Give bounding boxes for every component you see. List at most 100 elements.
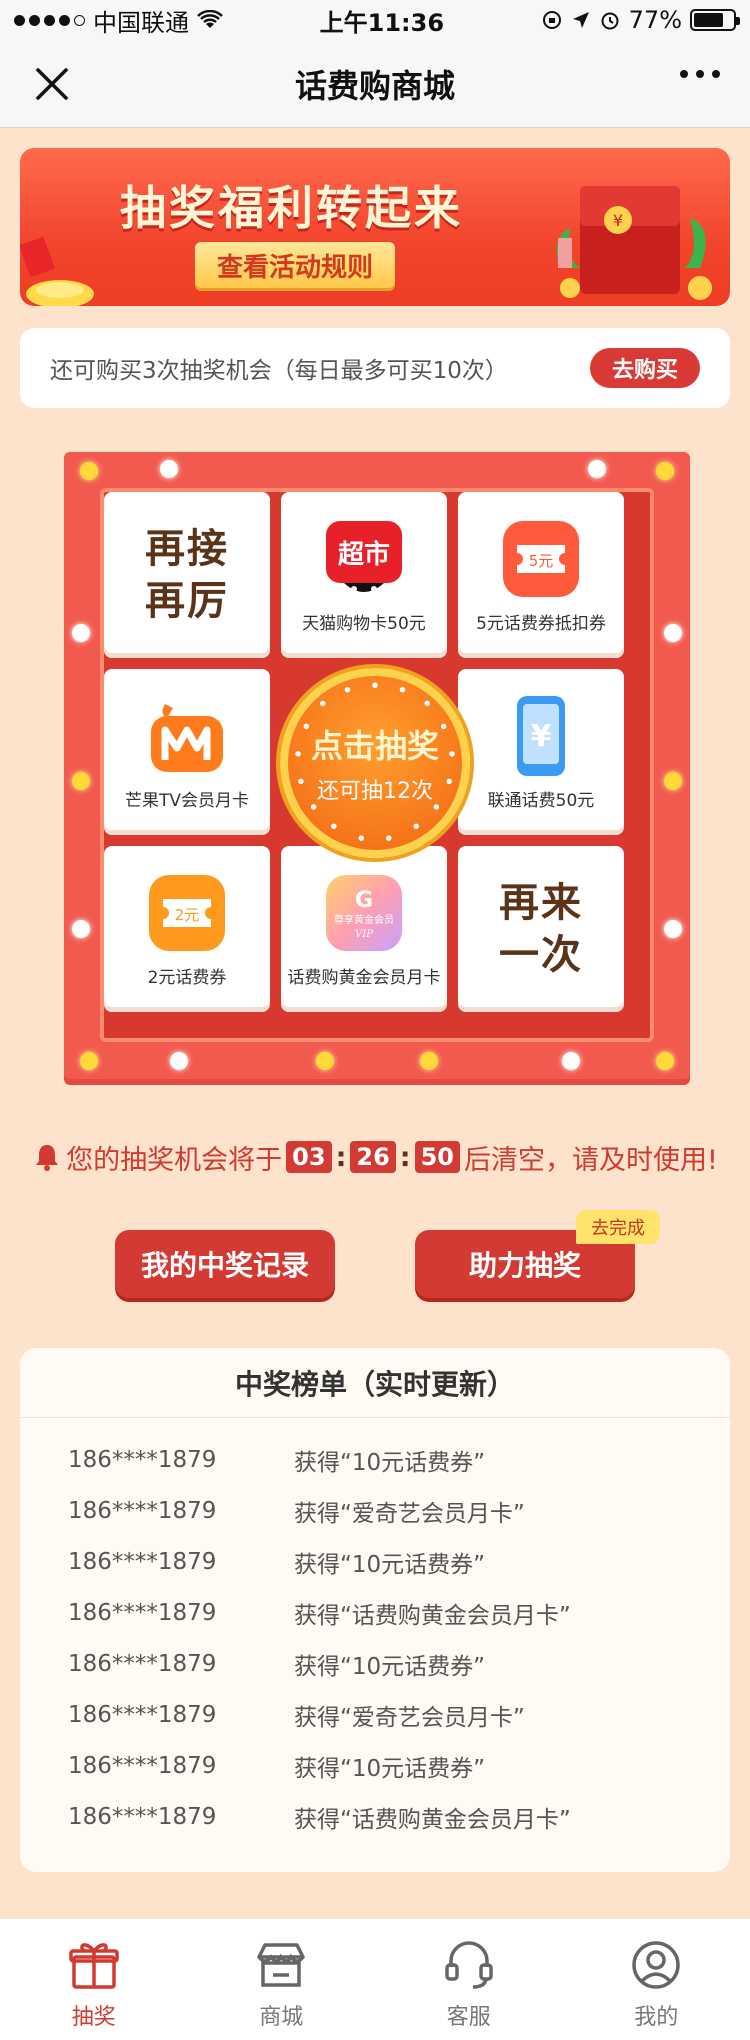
nav-bar: 话费购商城: [0, 40, 750, 128]
countdown-minutes: 26: [350, 1141, 396, 1173]
lottery-board: 再接再厉 超市 天猫购物卡50元 5元 5元话费券抵扣券 芒果TV会员月卡 ¥ …: [64, 452, 690, 1079]
board-light: [160, 460, 178, 478]
winner-prize: 获得“爱奇艺会员月卡”: [294, 1501, 525, 1527]
tab-bar: 抽奖 商城 客服 我的: [0, 1918, 750, 2040]
tab-label: 我的: [634, 2005, 679, 2030]
battery-icon: [690, 9, 740, 31]
coupon-icon: 2元: [145, 871, 229, 955]
tmall-badge-text: 超市: [338, 539, 390, 570]
more-icon[interactable]: [680, 70, 720, 78]
prize-label: 5元话费券抵扣券: [476, 613, 606, 634]
play-again-text: 再来一次: [499, 880, 583, 978]
board-light: [664, 624, 682, 642]
headset-icon: [445, 1941, 493, 1989]
countdown-seconds: 50: [414, 1141, 460, 1173]
wifi-icon: [197, 10, 223, 28]
view-rules-button[interactable]: 查看活动规则: [195, 242, 395, 288]
board-light: [72, 920, 90, 938]
page-title: 话费购商城: [294, 66, 455, 105]
tmall-supermarket-icon: 超市: [322, 517, 406, 601]
gold-badge-text: 尊享黄金会员: [334, 913, 394, 926]
countdown-colon: :: [335, 1141, 347, 1173]
prize-label: 芒果TV会员月卡: [124, 790, 249, 811]
countdown-colon: :: [399, 1141, 411, 1173]
winner-row: 186****1879 获得“10元话费券”: [68, 1542, 485, 1582]
gift-envelope-illustration: ¥: [556, 186, 712, 300]
winner-prize: 获得“话费购黄金会员月卡”: [294, 1603, 571, 1629]
winner-prize: 获得“10元话费券”: [294, 1654, 486, 1680]
board-light: [72, 772, 90, 790]
winner-phone: 186****1879: [68, 1753, 217, 1779]
winner-prize: 获得“话费购黄金会员月卡”: [294, 1807, 571, 1833]
bell-icon: [36, 1145, 59, 1171]
tab-label: 抽奖: [71, 2005, 116, 2030]
winner-prize: 获得“10元话费券”: [294, 1450, 486, 1476]
board-light: [664, 772, 682, 790]
gold-member-icon: G 尊享黄金会员 VIP: [322, 871, 406, 955]
board-light: [80, 462, 98, 480]
location-icon: [572, 12, 589, 28]
purchase-chances-text: 还可购买3次抽奖机会（每日最多可买10次）: [50, 358, 508, 384]
tab-mine[interactable]: 我的: [563, 1919, 750, 2040]
prize-label: 2元话费券: [147, 967, 227, 988]
promo-banner[interactable]: 抽奖福利转起来 查看活动规则 ¥: [20, 148, 730, 306]
todo-badge[interactable]: 去完成: [576, 1210, 660, 1244]
winner-phone: 186****1879: [68, 1651, 217, 1677]
board-light: [420, 1052, 438, 1070]
close-icon[interactable]: [34, 66, 70, 102]
prize-label: 话费购黄金会员月卡: [287, 967, 441, 988]
winner-phone: 186****1879: [68, 1600, 217, 1626]
status-bar: 中国联通 上午11:36 77%: [0, 0, 750, 40]
board-light: [72, 624, 90, 642]
rotation-lock-icon: [542, 11, 561, 29]
banner-title: 抽奖福利转起来: [120, 181, 463, 235]
winner-prize: 获得“10元话费券”: [294, 1756, 486, 1782]
winner-phone: 186****1879: [68, 1447, 217, 1473]
tab-label: 客服: [446, 2005, 491, 2030]
countdown-suffix: 后清空，请及时使用!: [464, 1144, 718, 1176]
draw-button[interactable]: 点击抽奖 还可抽12次: [280, 668, 470, 858]
my-winnings-button[interactable]: 我的中奖记录: [115, 1230, 335, 1298]
winner-phone: 186****1879: [68, 1549, 217, 1575]
tab-service[interactable]: 客服: [375, 1919, 563, 2040]
prize-grid: 再接再厉 超市 天猫购物卡50元 5元 5元话费券抵扣券 芒果TV会员月卡 ¥ …: [100, 488, 654, 1042]
draw-button-ring: [295, 682, 455, 841]
carrier-label: 中国联通: [93, 8, 189, 37]
winner-row: 186****1879 获得“10元话费券”: [68, 1440, 485, 1480]
winner-row: 186****1879 获得“话费购黄金会员月卡”: [68, 1593, 571, 1633]
board-light: [588, 460, 606, 478]
board-light: [80, 1052, 98, 1070]
winner-phone: 186****1879: [68, 1702, 217, 1728]
prize-cell-mango-tv: 芒果TV会员月卡: [104, 669, 270, 835]
store-icon: [257, 1943, 305, 1987]
prize-cell-try-again: 再接再厉: [104, 492, 270, 658]
yuan-badge-text: ¥: [531, 719, 552, 754]
board-light: [664, 920, 682, 938]
tab-store[interactable]: 商城: [188, 1919, 376, 2040]
countdown-notice: 您的抽奖机会将于 03 : 26 : 50 后清空，请及时使用!: [0, 1132, 750, 1182]
countdown-hours: 03: [286, 1141, 332, 1173]
leaderboard-title: 中奖榜单（实时更新）: [20, 1348, 730, 1418]
winner-row: 186****1879 获得“10元话费券”: [68, 1644, 485, 1684]
red-envelope-decoration: [20, 236, 94, 306]
mango-tv-icon: [145, 694, 229, 778]
clock: 上午11:36: [319, 8, 445, 37]
winner-row: 186****1879 获得“10元话费券”: [68, 1746, 485, 1786]
prize-cell-play-again: 再来一次: [458, 846, 624, 1012]
countdown-prefix: 您的抽奖机会将于: [66, 1144, 283, 1176]
gift-icon: [69, 1943, 119, 1989]
winner-row: 186****1879 获得“爱奇艺会员月卡”: [68, 1491, 525, 1531]
prize-cell-gold-member: G 尊享黄金会员 VIP 话费购黄金会员月卡: [281, 846, 447, 1012]
svg-text:¥: ¥: [613, 211, 623, 230]
board-light: [170, 1052, 188, 1070]
winner-row: 186****1879 获得“爱奇艺会员月卡”: [68, 1695, 525, 1735]
winner-row: 186****1879 获得“话费购黄金会员月卡”: [68, 1797, 571, 1837]
prize-cell-2yuan-coupon: 2元 2元话费券: [104, 846, 270, 1012]
coupon-icon: 5元: [499, 517, 583, 601]
winner-phone: 186****1879: [68, 1498, 217, 1524]
alarm-icon: [601, 12, 619, 30]
coupon-badge-text: 5元: [529, 552, 554, 570]
winner-prize: 获得“10元话费券”: [294, 1552, 486, 1578]
tab-lottery[interactable]: 抽奖: [0, 1919, 188, 2040]
buy-button[interactable]: 去购买: [590, 348, 700, 388]
